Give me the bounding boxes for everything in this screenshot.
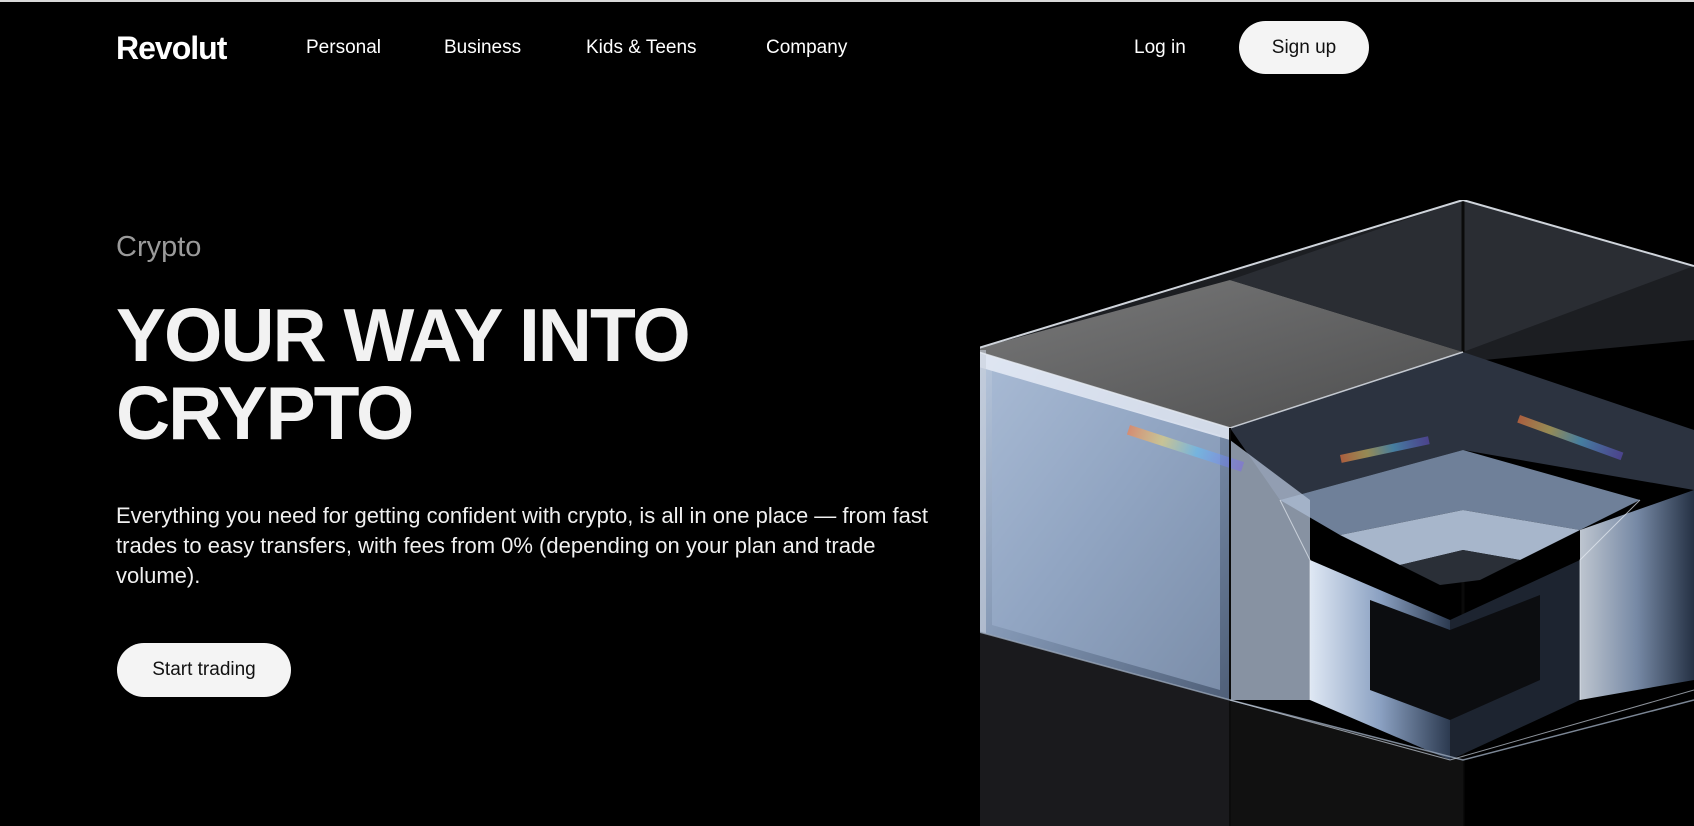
signup-button[interactable]: Sign up: [1239, 21, 1369, 74]
nav-business[interactable]: Business: [444, 36, 521, 60]
hero-description: Everything you need for getting confiden…: [116, 503, 928, 588]
top-navigation: Revolut Personal Business Kids & Teens C…: [0, 2, 1694, 92]
hero-headline: YOUR WAY INTO CRYPTO: [116, 296, 876, 452]
start-trading-button[interactable]: Start trading: [117, 643, 291, 697]
revolut-logo[interactable]: Revolut: [116, 28, 227, 68]
nav-company[interactable]: Company: [766, 36, 847, 60]
glass-cube-illustration: [980, 200, 1694, 826]
hero-headline-line-1: YOUR WAY INTO: [116, 293, 691, 377]
page: Revolut Personal Business Kids & Teens C…: [0, 0, 1694, 826]
nav-personal[interactable]: Personal: [306, 36, 381, 60]
hero-eyebrow: Crypto: [116, 231, 202, 263]
nav-kids-teens[interactable]: Kids & Teens: [586, 36, 697, 60]
login-link[interactable]: Log in: [1134, 36, 1186, 60]
hero-headline-line-2: CRYPTO: [116, 371, 414, 455]
